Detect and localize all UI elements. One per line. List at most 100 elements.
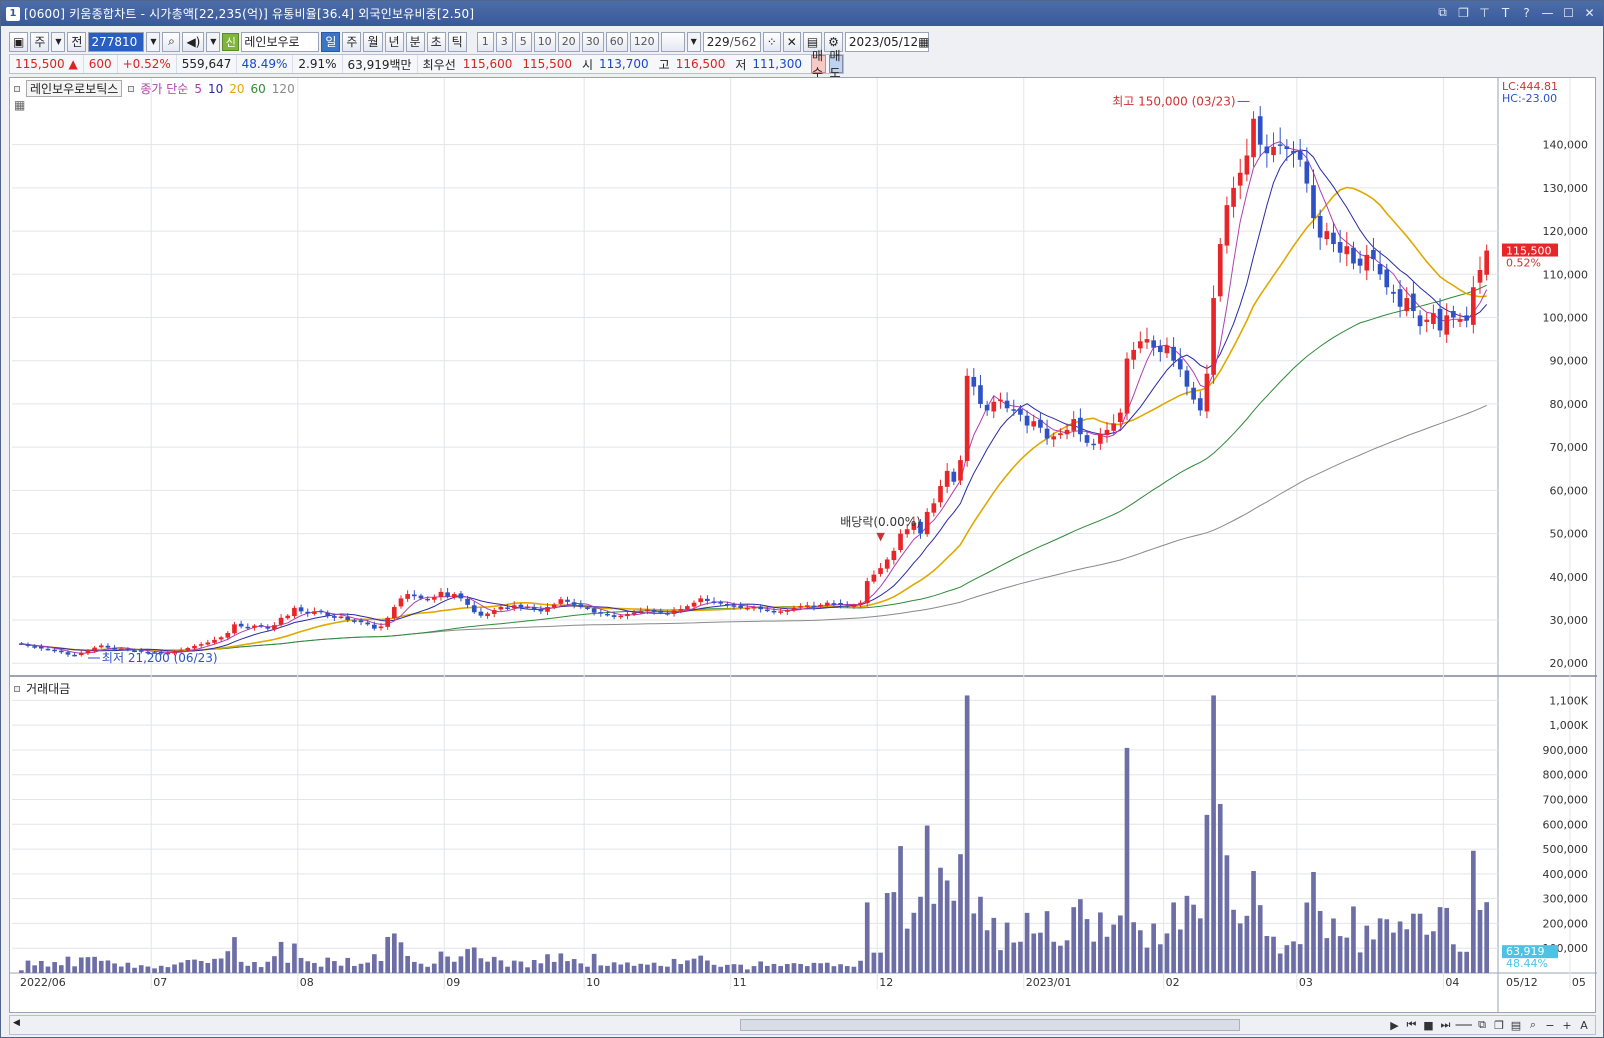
legend-ma60[interactable]: 60	[251, 82, 266, 96]
period-week-select[interactable]: 주	[30, 31, 50, 52]
text-icon[interactable]: T	[1498, 4, 1513, 21]
legend-toggle-icon[interactable]	[14, 85, 20, 92]
calendar-icon[interactable]: ▦	[918, 35, 929, 49]
stop-icon[interactable]: ■	[1422, 1017, 1436, 1033]
link-icon[interactable]: ⧉	[1435, 4, 1450, 21]
best-label: 최우선	[422, 57, 456, 72]
down-candle	[718, 602, 724, 604]
cross-cursor-icon[interactable]: ✕	[782, 31, 801, 52]
volume-bar	[685, 960, 690, 973]
interval-10[interactable]: 10	[533, 31, 556, 52]
interval-30[interactable]: 30	[581, 31, 604, 52]
copy-window-icon[interactable]: ❐	[1456, 4, 1471, 21]
legend-ma-prefix[interactable]: 종가 단순	[140, 80, 188, 97]
down-candle	[258, 625, 264, 627]
legend-stock-name[interactable]: 레인보우로보틱스	[26, 80, 123, 97]
volume-pct-label: 48.44%	[1506, 957, 1548, 970]
sound-dropdown-icon[interactable]: ▼	[206, 31, 221, 52]
volume-bar	[1211, 695, 1216, 973]
tab-second[interactable]: 초	[426, 31, 446, 52]
scroll-right-icon[interactable]: ▶	[1388, 1017, 1402, 1033]
buy-button[interactable]: 매수	[811, 49, 826, 80]
layout-grid-icon[interactable]: ▤	[1509, 1017, 1523, 1033]
date-field[interactable]: 2023/05/12 ▦	[844, 31, 929, 52]
date-value: 2023/05/12	[848, 34, 919, 49]
sound-icon[interactable]: ◀)	[182, 31, 205, 52]
volume-bar	[112, 963, 117, 973]
interval-dropdown-icon[interactable]: ▼	[686, 31, 701, 52]
volume-bar	[751, 966, 757, 973]
down-candle	[1084, 435, 1090, 443]
pin-icon[interactable]: ⊤	[1477, 4, 1492, 21]
interval-5[interactable]: 5	[514, 31, 532, 52]
interval-3[interactable]: 3	[495, 31, 513, 52]
layout-icon[interactable]: ▣	[9, 31, 29, 52]
range-slider-icon[interactable]: ⎯⎯⎯	[1456, 1017, 1473, 1033]
up-candle	[1071, 419, 1077, 431]
drawing-tool-icon[interactable]: ⁘	[762, 31, 781, 52]
horizontal-scrollbar[interactable]: ◀ ▶ ⏮ ■ ⏭ ⎯⎯⎯ ⧉ ❐ ▤ ⌕ − + A	[9, 1015, 1596, 1035]
up-candle	[1058, 433, 1063, 436]
down-candle	[365, 622, 371, 625]
legend-ma10[interactable]: 10	[208, 82, 223, 96]
volume-bar	[345, 957, 351, 973]
tab-minute[interactable]: 분	[405, 31, 425, 52]
tab-yearly[interactable]: 년	[384, 31, 404, 52]
search-icon[interactable]: ⌕	[162, 31, 181, 52]
code-dropdown-icon[interactable]: ▼	[146, 31, 161, 52]
help-icon[interactable]: ?	[1519, 4, 1534, 21]
zoom-in-icon[interactable]: +	[1560, 1017, 1574, 1033]
custom-interval-input[interactable]	[660, 31, 685, 52]
volume-toggle-icon[interactable]	[14, 685, 20, 692]
window-number-icon[interactable]: 1	[6, 6, 20, 21]
interval-60[interactable]: 60	[605, 31, 628, 52]
scroll-left-icon[interactable]: ◀	[13, 1018, 20, 1028]
zoom-icon[interactable]: ⌕	[1526, 1017, 1540, 1033]
title-bar[interactable]: 1 [0600] 키움종합차트 - 시가총액[22,235(억)] 유통비율[3…	[1, 1, 1603, 26]
price-volume-chart[interactable]: 20,000 30,000 40,000 50,000 60,000 70,000 80,0…	[10, 78, 1597, 1014]
tab-weekly[interactable]: 주	[342, 31, 362, 52]
up-candle	[1204, 373, 1210, 412]
down-candle	[298, 607, 304, 612]
count-field[interactable]: 229 /562	[702, 31, 761, 52]
font-size-icon[interactable]: A	[1577, 1017, 1591, 1033]
down-candle	[665, 613, 670, 615]
period-all-button[interactable]: 전	[67, 31, 87, 52]
forward-icon[interactable]: ⏭	[1439, 1017, 1453, 1033]
split-view-icon[interactable]: ⧉	[1475, 1017, 1489, 1033]
tab-daily[interactable]: 일	[321, 31, 341, 52]
up-candle	[685, 606, 690, 610]
close-icon[interactable]: ✕	[1582, 4, 1597, 21]
interval-120[interactable]: 120	[629, 31, 659, 52]
down-candle	[844, 605, 850, 607]
ma-toggle-icon[interactable]	[128, 85, 135, 92]
volume-bar	[1391, 932, 1396, 973]
down-candle	[418, 595, 424, 599]
tab-tick[interactable]: 틱	[447, 31, 467, 52]
maximize-icon[interactable]: ☐	[1561, 4, 1576, 21]
volume-bar	[1204, 814, 1210, 973]
volume-bar	[385, 936, 390, 973]
chevron-down-icon[interactable]: ▼	[51, 31, 66, 52]
legend-ma20[interactable]: 20	[229, 82, 244, 96]
scroll-thumb[interactable]	[740, 1019, 1240, 1031]
volume-title[interactable]: 거래대금	[26, 680, 70, 697]
legend-ma5[interactable]: 5	[194, 82, 202, 96]
window-icon[interactable]: ❐	[1492, 1017, 1506, 1033]
zoom-out-icon[interactable]: −	[1543, 1017, 1557, 1033]
interval-20[interactable]: 20	[557, 31, 580, 52]
rewind-icon[interactable]: ⏮	[1405, 1017, 1419, 1033]
interval-1[interactable]: 1	[476, 31, 494, 52]
sell-button[interactable]: 매도	[828, 49, 843, 80]
stock-code-input[interactable]: 277810	[88, 31, 145, 52]
down-candle	[1038, 419, 1043, 428]
date-tick-label: 10	[586, 976, 600, 989]
stock-name-field[interactable]: 레인보우로	[241, 31, 320, 52]
legend-ma120[interactable]: 120	[272, 82, 295, 96]
chart-area[interactable]: 20,000 30,000 40,000 50,000 60,000 70,000 80,0…	[9, 77, 1597, 1014]
grid-table-icon[interactable]: ▦	[14, 98, 25, 112]
up-candle	[998, 399, 1003, 402]
tab-monthly[interactable]: 월	[363, 31, 383, 52]
minimize-icon[interactable]: —	[1540, 4, 1555, 21]
down-candle	[345, 616, 351, 620]
